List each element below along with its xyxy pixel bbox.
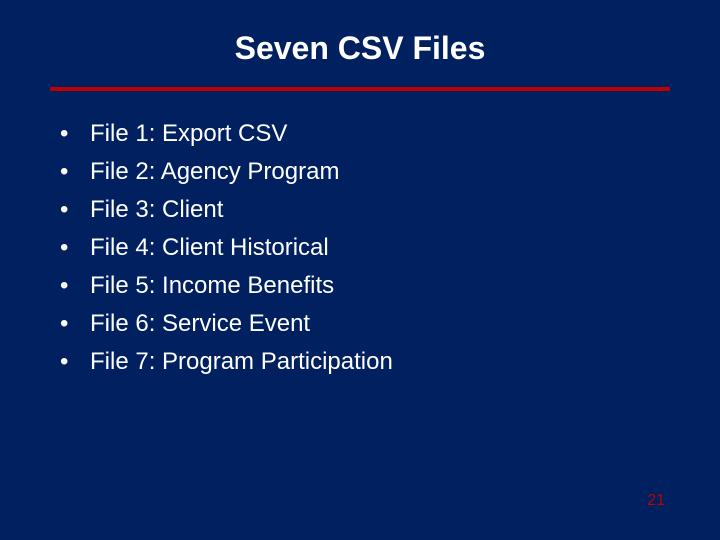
bullet-list: File 1: Export CSV File 2: Agency Progra…	[50, 116, 670, 380]
list-item: File 7: Program Participation	[60, 344, 670, 380]
slide-container: Seven CSV Files File 1: Export CSV File …	[0, 0, 720, 540]
list-item: File 3: Client	[60, 192, 670, 228]
list-item: File 4: Client Historical	[60, 230, 670, 266]
list-item: File 6: Service Event	[60, 306, 670, 342]
list-item: File 5: Income Benefits	[60, 268, 670, 304]
slide-title: Seven CSV Files	[50, 30, 670, 67]
page-number: 21	[647, 492, 665, 510]
list-item: File 1: Export CSV	[60, 116, 670, 152]
list-item: File 2: Agency Program	[60, 154, 670, 190]
title-divider	[50, 87, 670, 91]
